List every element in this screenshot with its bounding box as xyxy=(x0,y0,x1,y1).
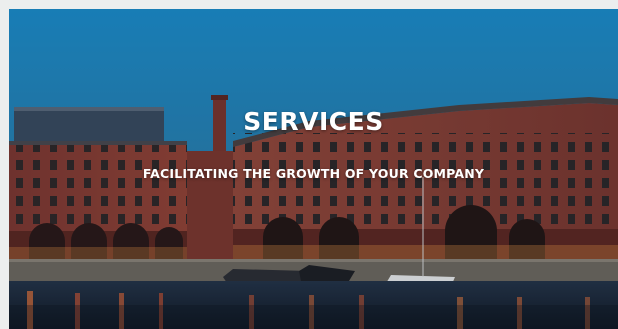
page-title: SERVICES xyxy=(243,107,384,136)
page-subtitle: FACILITATING THE GROWTH OF YOUR COMPANY xyxy=(142,166,485,181)
hero-banner: SERVICES FACILITATING THE GROWTH OF YOUR… xyxy=(9,9,618,329)
